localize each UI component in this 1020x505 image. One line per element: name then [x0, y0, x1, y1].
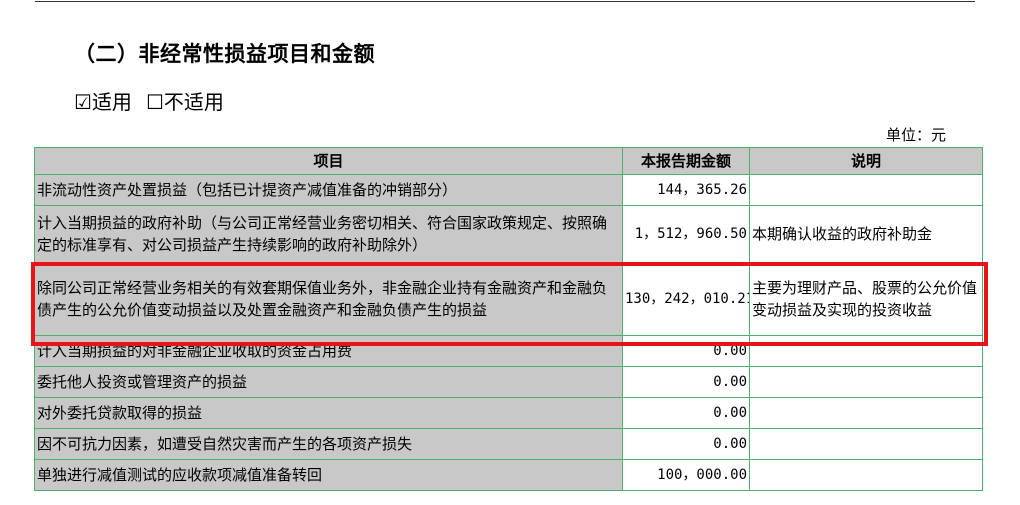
row-amount: 1，512，960.50	[622, 205, 750, 263]
not-applicable-checkbox[interactable]: ☐	[146, 90, 164, 114]
row-item: 对外委托贷款取得的损益	[34, 397, 623, 429]
row-amount: 100，000.00	[622, 459, 750, 491]
not-applicable-label: 不适用	[163, 90, 224, 114]
non-recurring-gains-table: 项目 本报告期金额 说明 非流动性资产处置损益（包括已计提资产减值准备的冲销部分…	[34, 147, 983, 491]
row-item: 计入当期损益的对非金融企业收取的资金占用费	[34, 335, 623, 367]
row-note	[749, 397, 983, 429]
table-row: 非流动性资产处置损益（包括已计提资产减值准备的冲销部分） 144，365.26	[34, 174, 983, 206]
row-item: 因不可抗力因素，如遭受自然灾害而产生的各项资产损失	[34, 428, 623, 460]
unit-label: 单位：元	[886, 126, 947, 144]
table-row: 计入当期损益的政府补助（与公司正常经营业务密切相关、符合国家政策规定、按照确定的…	[34, 205, 983, 263]
row-note: 本期确认收益的政府补助金	[749, 205, 983, 263]
applicability-options: ☑适用 ☐不适用	[74, 86, 224, 115]
row-item: 非流动性资产处置损益（包括已计提资产减值准备的冲销部分）	[34, 174, 623, 206]
header-item: 项目	[34, 147, 623, 175]
document-page: （二）非经常性损益项目和金额 ☑适用 ☐不适用 单位：元 项目 本报告期金额 说明…	[0, 0, 1020, 505]
header-amount: 本报告期金额	[622, 147, 750, 175]
row-note	[749, 335, 983, 367]
row-amount: 0.00	[622, 335, 750, 367]
applicable-label: 适用	[91, 90, 132, 114]
row-note	[749, 428, 983, 460]
table-row: 计入当期损益的对非金融企业收取的资金占用费 0.00	[34, 335, 983, 367]
row-item: 单独进行减值测试的应收款项减值准备转回	[34, 459, 623, 491]
row-amount: 0.00	[622, 366, 750, 398]
row-item: 委托他人投资或管理资产的损益	[34, 366, 623, 398]
table-row: 单独进行减值测试的应收款项减值准备转回 100，000.00	[34, 459, 983, 491]
header-note: 说明	[749, 147, 983, 175]
row-item: 除同公司正常经营业务相关的有效套期保值业务外，非金融企业持有金融资产和金融负债产…	[34, 262, 623, 336]
row-note	[749, 459, 983, 491]
top-rule	[35, 1, 975, 2]
row-amount: 130，242，010.21	[622, 262, 750, 336]
row-amount: 144，365.26	[622, 174, 750, 206]
row-item: 计入当期损益的政府补助（与公司正常经营业务密切相关、符合国家政策规定、按照确定的…	[34, 205, 623, 263]
table-header-row: 项目 本报告期金额 说明	[34, 147, 983, 175]
row-note	[749, 366, 983, 398]
applicable-checkbox[interactable]: ☑	[74, 90, 92, 114]
table-row: 因不可抗力因素，如遭受自然灾害而产生的各项资产损失 0.00	[34, 428, 983, 460]
table-row: 对外委托贷款取得的损益 0.00	[34, 397, 983, 429]
row-note	[749, 174, 983, 206]
row-amount: 0.00	[622, 397, 750, 429]
table-row-highlighted: 除同公司正常经营业务相关的有效套期保值业务外，非金融企业持有金融资产和金融负债产…	[34, 262, 983, 336]
row-amount: 0.00	[622, 428, 750, 460]
row-note: 主要为理财产品、股票的公允价值变动损益及实现的投资收益	[749, 262, 983, 336]
section-title: （二）非经常性损益项目和金额	[74, 42, 375, 66]
table-row: 委托他人投资或管理资产的损益 0.00	[34, 366, 983, 398]
